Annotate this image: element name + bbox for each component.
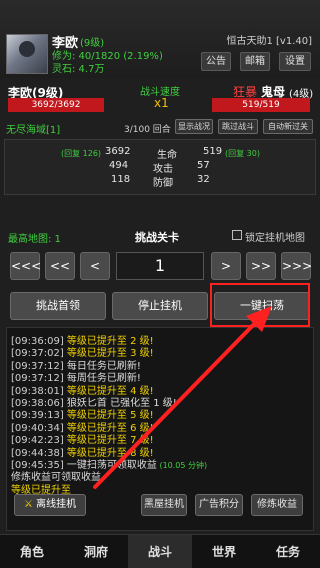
my-attack-stat: 494 xyxy=(109,160,129,171)
my-defense-stat: 118 xyxy=(111,174,131,185)
last-stage-button[interactable]: >>> xyxy=(281,252,312,280)
tab-tasks[interactable]: 任务 xyxy=(256,535,320,568)
lock-map-label[interactable]: 锁定挂机地图 xyxy=(245,229,305,244)
settings-button[interactable]: 设置 xyxy=(279,52,311,71)
offline-idle-label: 离线挂机 xyxy=(36,499,77,510)
next-stage-button[interactable]: > xyxy=(211,252,241,280)
stop-idle-button[interactable]: 停止挂机 xyxy=(112,292,208,320)
challenge-boss-button[interactable]: 挑战首领 xyxy=(10,292,106,320)
enemy-hp-bar: 519/519 xyxy=(212,98,310,112)
cultivation-income-button[interactable]: 修炼收益 xyxy=(251,494,303,516)
label-attack: 攻击 xyxy=(153,164,173,175)
map-name: 无尽海域[1] xyxy=(6,125,61,136)
label-defense: 防御 xyxy=(153,178,173,189)
lock-map-checkbox[interactable] xyxy=(232,230,242,240)
spirit-stone-count: 灵石: 4.7万 xyxy=(52,64,105,75)
enemy-recover: (回复 30) xyxy=(225,149,260,158)
server-name: 恒古天助1 [v1.40] xyxy=(226,36,312,47)
first-stage-button[interactable]: <<< xyxy=(10,252,41,280)
stats-panel: (回复 126) 3692 494 118 生命 攻击 防御 519 57 32… xyxy=(4,139,316,195)
label-hp: 生命 xyxy=(157,150,177,161)
prev-stage-button[interactable]: < xyxy=(80,252,110,280)
bottom-tab-bar: 角色 洞府 战斗 世界 任务 xyxy=(0,534,320,568)
notice-button[interactable]: 公告 xyxy=(201,52,231,71)
my-recover: (回复 126) xyxy=(61,149,102,158)
tab-world[interactable]: 世界 xyxy=(192,535,256,568)
tab-character[interactable]: 角色 xyxy=(0,535,64,568)
player-avatar[interactable] xyxy=(6,34,48,74)
sweep-highlight-box xyxy=(210,283,310,327)
show-battle-button[interactable]: 显示战况 xyxy=(175,119,213,134)
enemy-defense-stat: 32 xyxy=(197,174,210,185)
log-extra: (10.05 分钟) xyxy=(156,461,208,470)
auto-advance-button[interactable]: 自动新过关 xyxy=(263,119,313,134)
ad-points-button[interactable]: 广告积分 xyxy=(195,494,243,516)
sword-icon: ⚔ xyxy=(23,499,33,510)
enemy-hp-stat: 519 xyxy=(203,146,223,157)
max-map-label: 最高地图: 1 xyxy=(8,234,61,245)
skip-battle-button[interactable]: 跳过战斗 xyxy=(218,119,258,134)
back-ten-button[interactable]: << xyxy=(45,252,75,280)
round-counter: 3/100 回合 xyxy=(124,125,171,135)
my-hp-bar: 3692/3692 xyxy=(8,98,104,112)
forward-ten-button[interactable]: >> xyxy=(246,252,276,280)
challenge-title: 挑战关卡 xyxy=(135,231,179,244)
blackhouse-idle-button[interactable]: 黑屋挂机 xyxy=(141,494,187,516)
mail-button[interactable]: 邮箱 xyxy=(240,52,270,71)
enemy-attack-stat: 57 xyxy=(197,160,210,171)
tab-battle[interactable]: 战斗 xyxy=(128,535,192,568)
battle-speed-value[interactable]: x1 xyxy=(154,96,169,110)
stage-number: 1 xyxy=(116,252,204,280)
my-hp-stat: 3692 xyxy=(105,146,131,157)
offline-idle-button[interactable]: ⚔ 离线挂机 xyxy=(14,494,86,516)
tab-cave[interactable]: 洞府 xyxy=(64,535,128,568)
